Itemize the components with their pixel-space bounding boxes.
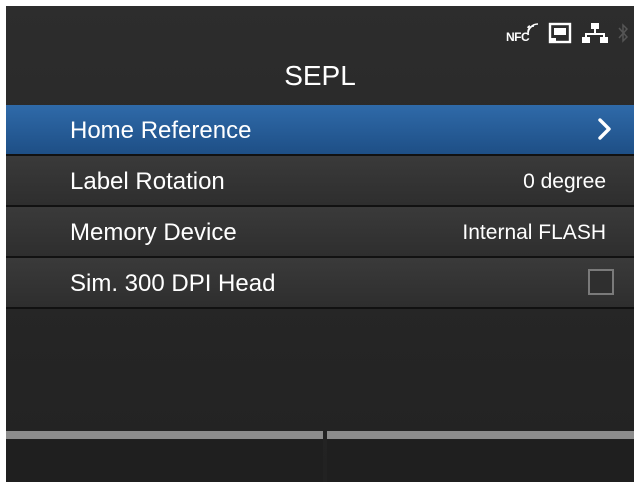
- menu-item-value: 0 degree: [523, 170, 606, 193]
- chevron-right-icon: [598, 118, 611, 140]
- menu-item-label: Sim. 300 DPI Head: [70, 270, 276, 297]
- menu-item-label: Home Reference: [70, 117, 252, 144]
- right-softkey[interactable]: [327, 431, 634, 482]
- settings-menu: Home Reference Label Rotation 0 degree M…: [6, 105, 634, 309]
- network-icon: [582, 23, 608, 43]
- page-title: SEPL: [284, 60, 356, 91]
- nfc-icon: NFC: [506, 22, 538, 44]
- bluetooth-icon: [618, 23, 628, 43]
- sim-300-dpi-checkbox[interactable]: [588, 269, 614, 295]
- printer-screen: NFC SEPL Home Reference Label Rotation 0…: [6, 6, 634, 482]
- menu-item-label-rotation[interactable]: Label Rotation 0 degree: [6, 156, 634, 207]
- menu-item-label: Label Rotation: [70, 168, 225, 195]
- menu-item-home-reference[interactable]: Home Reference: [6, 105, 634, 156]
- menu-item-sim-300-dpi-head[interactable]: Sim. 300 DPI Head: [6, 258, 634, 309]
- menu-item-value: Internal FLASH: [462, 221, 606, 244]
- left-softkey[interactable]: [6, 431, 323, 482]
- softkey-bar: [6, 431, 634, 482]
- sd-card-icon: [548, 22, 572, 44]
- menu-item-label: Memory Device: [70, 219, 237, 246]
- status-icons: NFC: [506, 20, 628, 46]
- menu-item-memory-device[interactable]: Memory Device Internal FLASH: [6, 207, 634, 258]
- status-bar: NFC: [6, 6, 634, 54]
